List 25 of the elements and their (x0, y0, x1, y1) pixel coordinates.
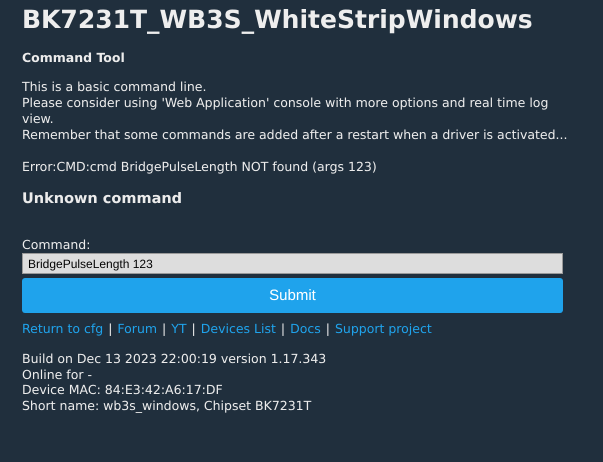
error-message: Error:CMD:cmd BridgePulseLength NOT found (args 123) (22, 159, 378, 175)
result-heading: Unknown command (22, 190, 184, 209)
info-text: Online for - (22, 366, 93, 382)
page-title: BK7231T_WB3S_WhiteStripWindows (22, 4, 534, 36)
submit-button[interactable]: Submit (22, 278, 563, 313)
info-text: Build on Dec 13 2023 22:00:19 version 1.17.343 (22, 351, 328, 366)
nav-link[interactable]: Forum (117, 321, 158, 337)
info-text: Short name: wb3s_windows, Chipset BK7231T (22, 398, 312, 413)
link-separator: | (108, 321, 112, 337)
nav-link[interactable]: Support project (334, 321, 432, 337)
link-separator: | (280, 321, 286, 337)
link-separator: | (326, 321, 330, 337)
intro-text: Remember that some commands are added after a restart when a driver is activated... (22, 127, 568, 143)
nav-link[interactable]: Return to cfg (22, 321, 104, 337)
link-separator: | (192, 321, 196, 337)
section-title: Command Tool (22, 50, 126, 66)
nav-link[interactable]: Devices List (200, 321, 276, 337)
command-input[interactable]: BridgePulseLength 123 (22, 253, 563, 274)
nav-link[interactable]: Docs (290, 321, 321, 337)
command-label: Command: (22, 237, 92, 253)
link-separator: | (162, 321, 166, 337)
info-text: Device MAC: 84:E3:42:A6:17:DF (22, 382, 224, 398)
intro-text: Please consider using 'Web Application' console with more options and real time log view. (22, 95, 550, 127)
nav-link[interactable]: YT (171, 321, 187, 337)
intro-text: This is a basic command line. (22, 79, 208, 95)
